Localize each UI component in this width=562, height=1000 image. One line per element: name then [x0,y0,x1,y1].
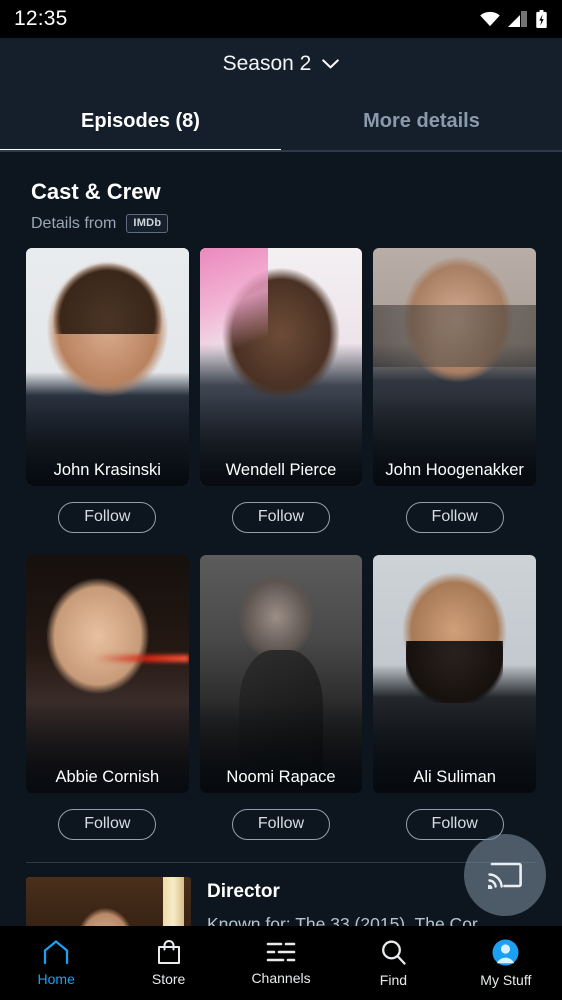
cast-card[interactable]: John Krasinski [26,248,189,486]
follow-button[interactable]: Follow [58,502,157,533]
tab-more-details[interactable]: More details [281,90,562,152]
follow-row: Follow [26,809,189,840]
wifi-icon [480,11,500,27]
cast-grid: John Krasinski Follow Wendell Pierce Fol… [0,248,562,862]
director-info: Director Known for: The 33 (2015), The C… [207,877,483,926]
follow-row: Follow [200,502,363,533]
content-scroll-area[interactable]: Cast & Crew Details from IMDb John Krasi… [0,152,562,926]
channels-icon [266,942,296,962]
director-known-for: Known for: The 33 (2015), The Cor (2002)… [207,914,478,926]
cast-card[interactable]: Abbie Cornish [26,555,189,793]
cast-button[interactable] [464,834,546,916]
nav-label-find: Find [379,971,408,988]
cast-card[interactable]: Ali Suliman [373,555,536,793]
cast-cell: John Krasinski Follow [26,248,189,555]
cast-crew-source: Details from IMDb [31,214,562,233]
follow-row: Follow [200,809,363,840]
cast-card[interactable]: John Hoogenakker [373,248,536,486]
home-icon [44,940,69,965]
nav-label-channels: Channels [251,970,311,986]
nav-item-channels[interactable]: Channels [225,940,337,986]
season-selector[interactable]: Season 2 [0,38,562,90]
cast-cell: Ali Suliman Follow [373,555,536,862]
chevron-down-icon [322,59,340,69]
cast-cell: Abbie Cornish Follow [26,555,189,862]
nav-item-home[interactable]: Home [0,939,112,987]
nav-item-find[interactable]: Find [337,939,449,988]
status-time: 12:35 [14,7,68,30]
tab-bar: Episodes (8) More details [0,90,562,152]
cast-member-name: Wendell Pierce [225,461,337,479]
cell-signal-icon [508,11,527,27]
tab-episodes[interactable]: Episodes (8) [0,90,281,152]
cast-icon [488,862,522,889]
app-screen: 12:35 Season 2 Episodes (8) More details… [0,0,562,1000]
cast-member-name: Ali Suliman [413,768,496,786]
cast-crew-title: Cast & Crew [31,179,161,204]
nav-item-store[interactable]: Store [112,939,224,987]
cast-cell: John Hoogenakker Follow [373,248,536,555]
tab-episodes-label: Episodes (8) [81,109,200,132]
status-icons [479,9,548,29]
avatar-icon [492,939,519,965]
cast-cell: Wendell Pierce Follow [199,248,363,555]
cast-member-name: John Hoogenakker [385,461,524,479]
cast-cell: Noomi Rapace Follow [199,555,363,862]
director-photo [26,877,191,926]
nav-label-my-stuff: My Stuff [480,971,532,988]
bottom-navigation: Home Store Channels Find My Stuff [0,926,562,1000]
director-thumbnail[interactable] [26,877,191,926]
search-icon [381,940,406,965]
imdb-badge[interactable]: IMDb [126,214,169,233]
nav-label-store: Store [151,971,186,987]
bag-icon [157,940,180,964]
cast-card[interactable]: Wendell Pierce [199,248,363,486]
follow-button[interactable]: Follow [405,502,504,533]
season-label: Season 2 [222,52,312,75]
nav-item-my-stuff[interactable]: My Stuff [450,939,562,988]
nav-label-home: Home [37,971,75,987]
cast-member-name: Noomi Rapace [226,768,336,786]
follow-button[interactable]: Follow [58,809,157,840]
cast-member-name: Abbie Cornish [55,768,160,786]
battery-charging-icon [536,9,547,28]
follow-button[interactable]: Follow [405,809,504,840]
cast-member-name: John Krasinski [53,461,161,479]
follow-button[interactable]: Follow [231,502,331,533]
follow-row: Follow [26,502,189,533]
tab-more-details-label: More details [363,109,480,132]
director-title: Director [207,881,280,902]
cast-card[interactable]: Noomi Rapace [199,555,363,793]
follow-row: Follow [373,502,536,533]
status-bar: 12:35 [0,0,562,38]
follow-button[interactable]: Follow [231,809,331,840]
details-from-label: Details from [31,214,117,232]
